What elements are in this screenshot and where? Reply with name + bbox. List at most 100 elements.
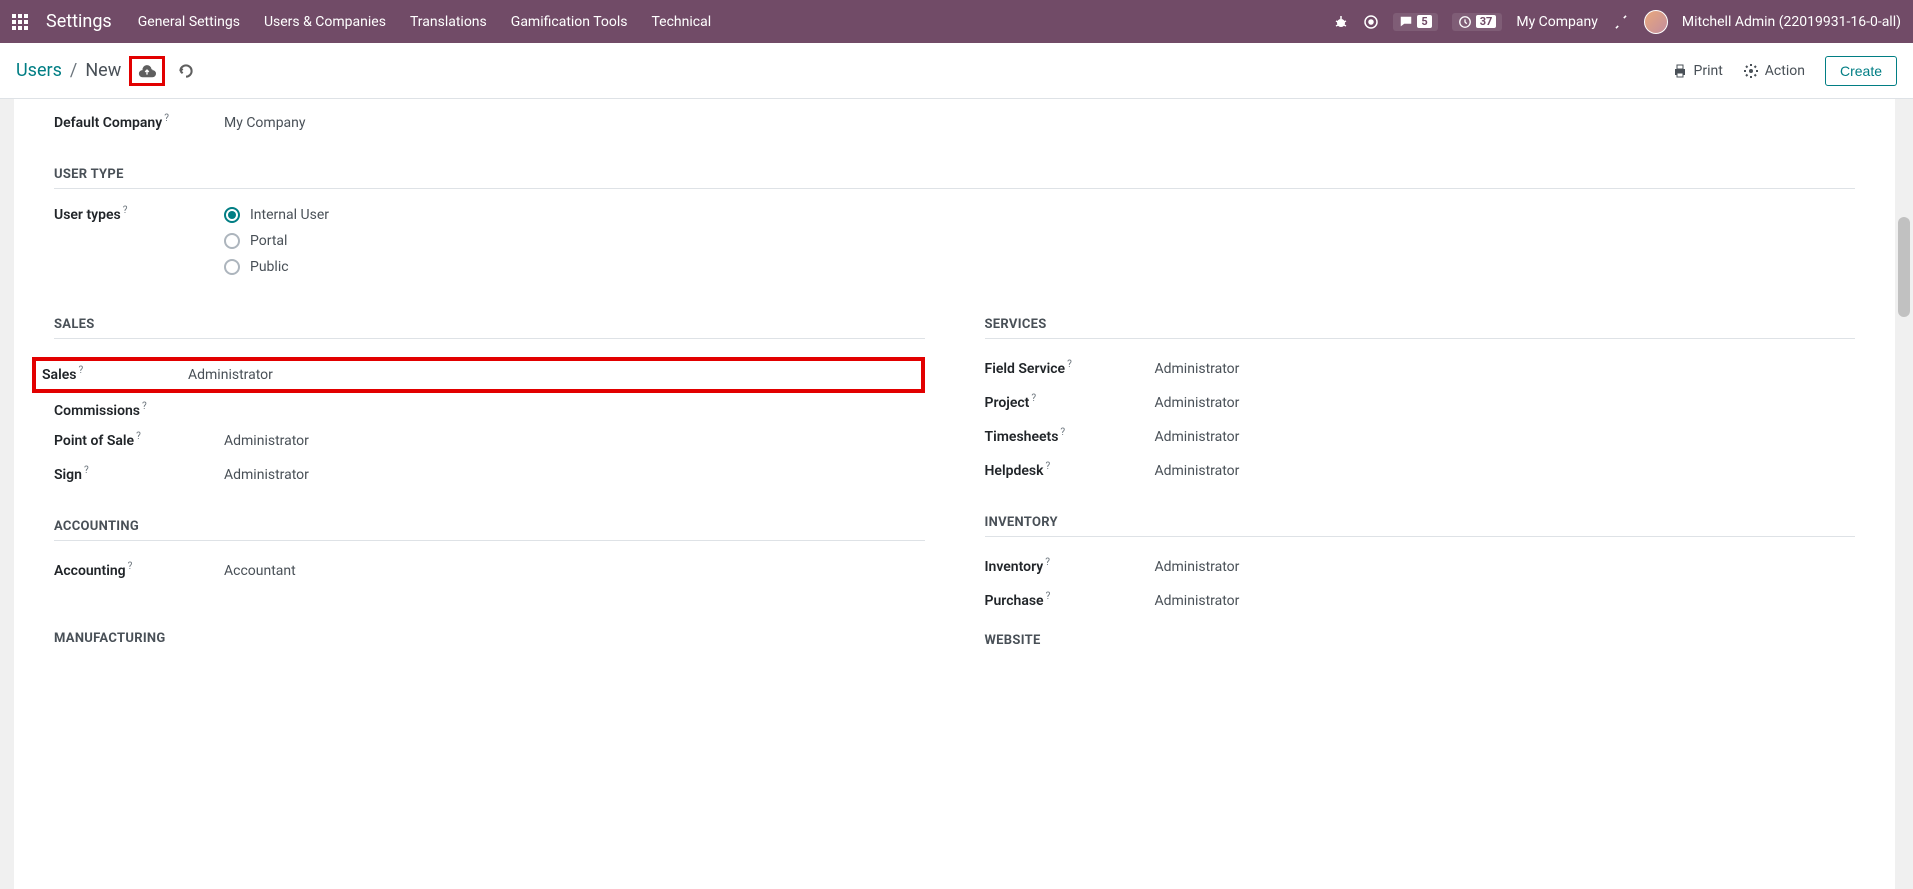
default-company-row: Default Company? My Company: [54, 111, 1855, 135]
radio-internal-user[interactable]: Internal User: [224, 207, 329, 223]
print-button[interactable]: Print: [1672, 63, 1723, 79]
helpdesk-label: Helpdesk?: [985, 463, 1155, 479]
radio-icon: [224, 259, 240, 275]
pos-value[interactable]: Administrator: [224, 429, 309, 453]
sales-value[interactable]: Administrator: [188, 363, 273, 387]
breadcrumb: Users / New: [16, 60, 121, 81]
scroll-thumb[interactable]: [1898, 217, 1910, 317]
help-icon[interactable]: ?: [136, 431, 141, 442]
section-divider: [54, 540, 925, 541]
timesheets-row: Timesheets? Administrator: [985, 425, 1856, 449]
breadcrumb-actions: Print Action Create: [1672, 56, 1898, 86]
section-divider: [54, 188, 1855, 189]
radio-icon: [224, 233, 240, 249]
form-content: Default Company? My Company USER TYPE Us…: [14, 99, 1895, 889]
project-value[interactable]: Administrator: [1155, 391, 1240, 415]
section-divider: [985, 536, 1856, 537]
print-label: Print: [1694, 63, 1723, 79]
apps-icon[interactable]: [12, 14, 28, 30]
main-menu: General Settings Users & Companies Trans…: [138, 14, 711, 30]
inventory-section-title: INVENTORY: [985, 515, 1856, 530]
default-company-value[interactable]: My Company: [224, 111, 306, 135]
radio-portal[interactable]: Portal: [224, 233, 329, 249]
sign-value[interactable]: Administrator: [224, 463, 309, 487]
user-type-section-title: USER TYPE: [54, 167, 1855, 182]
username[interactable]: Mitchell Admin (22019931-16-0-all): [1682, 14, 1901, 30]
pos-row: Point of Sale? Administrator: [54, 429, 925, 453]
user-types-row: User types? Internal User Portal Public: [54, 207, 1855, 275]
right-column: SERVICES Field Service? Administrator Pr…: [985, 285, 1856, 654]
scrollbar[interactable]: [1895, 99, 1913, 889]
help-icon[interactable]: ?: [123, 205, 128, 216]
accounting-value[interactable]: Accountant: [224, 559, 296, 583]
help-icon[interactable]: ?: [142, 401, 147, 412]
purchase-row: Purchase? Administrator: [985, 589, 1856, 613]
help-icon[interactable]: ?: [1045, 461, 1050, 472]
create-button[interactable]: Create: [1825, 56, 1897, 86]
messages-count: 5: [1417, 15, 1431, 28]
save-button[interactable]: [129, 56, 165, 86]
sales-row-highlighted: Sales? Administrator: [32, 357, 925, 393]
section-divider: [985, 338, 1856, 339]
timesheets-label: Timesheets?: [985, 429, 1155, 445]
help-icon[interactable]: ?: [1046, 591, 1051, 602]
sign-row: Sign? Administrator: [54, 463, 925, 487]
cloud-upload-icon: [138, 63, 156, 79]
commissions-row: Commissions?: [54, 403, 925, 419]
breadcrumb-users[interactable]: Users: [16, 60, 62, 81]
action-button[interactable]: Action: [1743, 63, 1805, 79]
breadcrumb-separator: /: [70, 60, 77, 81]
avatar[interactable]: [1644, 10, 1668, 34]
content-area: Default Company? My Company USER TYPE Us…: [0, 99, 1913, 889]
topbar: Settings General Settings Users & Compan…: [0, 0, 1913, 43]
activities-button[interactable]: 37: [1452, 13, 1503, 31]
field-service-row: Field Service? Administrator: [985, 357, 1856, 381]
chat-icon: [1399, 15, 1413, 29]
app-title: Settings: [46, 11, 112, 32]
menu-general-settings[interactable]: General Settings: [138, 14, 240, 30]
help-icon[interactable]: ?: [1031, 393, 1036, 404]
menu-gamification-tools[interactable]: Gamification Tools: [511, 14, 628, 30]
pos-label: Point of Sale?: [54, 433, 224, 449]
inventory-row: Inventory? Administrator: [985, 555, 1856, 579]
gear-icon: [1743, 63, 1759, 79]
sales-section-title: SALES: [54, 317, 925, 332]
purchase-value[interactable]: Administrator: [1155, 589, 1240, 613]
action-label: Action: [1765, 63, 1805, 79]
radio-public[interactable]: Public: [224, 259, 329, 275]
commissions-label: Commissions?: [54, 403, 224, 419]
user-types-label: User types?: [54, 207, 224, 223]
help-icon[interactable]: ?: [1067, 359, 1072, 370]
tools-icon[interactable]: [1612, 13, 1630, 31]
activities-count: 37: [1476, 15, 1497, 28]
two-column-layout: SALES Sales? Administrator Commissions? …: [54, 285, 1855, 654]
inventory-value[interactable]: Administrator: [1155, 555, 1240, 579]
accounting-section-title: ACCOUNTING: [54, 519, 925, 534]
help-icon[interactable]: ?: [78, 365, 83, 376]
help-icon[interactable]: ?: [164, 113, 169, 124]
sign-label: Sign?: [54, 467, 224, 483]
support-icon[interactable]: [1363, 14, 1379, 30]
radio-icon: [224, 207, 240, 223]
sales-label: Sales?: [42, 367, 188, 383]
help-icon[interactable]: ?: [1060, 427, 1065, 438]
helpdesk-value[interactable]: Administrator: [1155, 459, 1240, 483]
default-company-label: Default Company?: [54, 115, 224, 131]
services-section-title: SERVICES: [985, 317, 1856, 332]
help-icon[interactable]: ?: [128, 561, 133, 572]
timesheets-value[interactable]: Administrator: [1155, 425, 1240, 449]
left-column: SALES Sales? Administrator Commissions? …: [54, 285, 925, 654]
bug-icon[interactable]: [1333, 14, 1349, 30]
discard-button[interactable]: [177, 62, 195, 80]
accounting-row: Accounting? Accountant: [54, 559, 925, 583]
menu-users-companies[interactable]: Users & Companies: [264, 14, 386, 30]
help-icon[interactable]: ?: [84, 465, 89, 476]
print-icon: [1672, 63, 1688, 79]
help-icon[interactable]: ?: [1045, 557, 1050, 568]
menu-translations[interactable]: Translations: [410, 14, 487, 30]
messages-button[interactable]: 5: [1393, 13, 1437, 31]
company-switcher[interactable]: My Company: [1516, 14, 1598, 30]
field-service-value[interactable]: Administrator: [1155, 357, 1240, 381]
field-service-label: Field Service?: [985, 361, 1155, 377]
menu-technical[interactable]: Technical: [652, 14, 712, 30]
